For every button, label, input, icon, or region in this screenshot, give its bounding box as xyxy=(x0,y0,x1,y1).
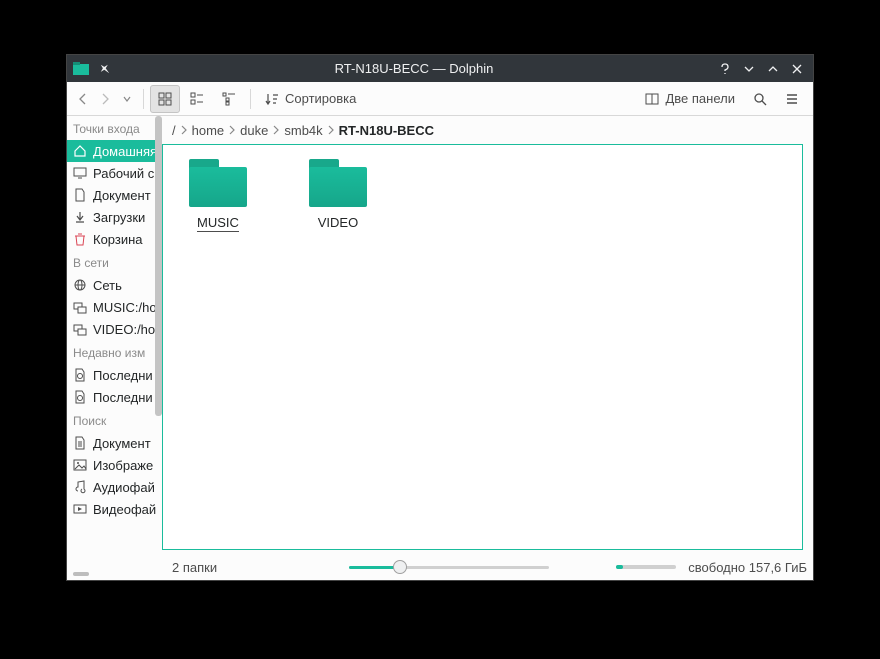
sidebar-item-label: Последни xyxy=(93,390,153,405)
sidebar-item-label: Изображе xyxy=(93,458,153,473)
icon-view-button[interactable] xyxy=(150,85,180,113)
chevron-right-icon xyxy=(327,125,335,135)
split-view-button[interactable]: Две панели xyxy=(637,85,743,113)
forward-button[interactable] xyxy=(95,85,115,113)
sidebar-item[interactable]: Последни xyxy=(67,386,162,408)
search-button[interactable] xyxy=(745,85,775,113)
nav-dropdown[interactable] xyxy=(117,85,137,113)
chevron-right-icon xyxy=(228,125,236,135)
sidebar-item[interactable]: Сеть xyxy=(67,274,162,296)
minimize-button[interactable] xyxy=(737,57,761,81)
sidebar-item-label: Документ xyxy=(93,436,151,451)
window-controls xyxy=(713,57,813,81)
sidebar-item[interactable]: Аудиофай xyxy=(67,476,162,498)
image-icon xyxy=(73,458,87,472)
breadcrumb-segment[interactable]: smb4k xyxy=(284,123,322,138)
sidebar-item-label: Корзина xyxy=(93,232,143,247)
body: Точки входа Домашняя Рабочий с Документ Загр… xyxy=(67,116,813,580)
recent-icon xyxy=(73,390,87,404)
sidebar-item-label: MUSIC:/ho xyxy=(93,300,157,315)
sidebar-item[interactable]: Видеофай xyxy=(67,498,162,520)
sidebar-handle[interactable] xyxy=(73,572,89,576)
item-count: 2 папки xyxy=(172,560,217,575)
sidebar-item-label: Видеофай xyxy=(93,502,156,517)
menu-button[interactable] xyxy=(777,85,807,113)
desktop-icon xyxy=(73,166,87,180)
free-space: свободно 157,6 ГиБ xyxy=(688,560,807,575)
sidebar-section-header: Точки входа xyxy=(67,116,162,140)
sidebar-item[interactable]: Изображе xyxy=(67,454,162,476)
netshare-icon xyxy=(73,322,87,336)
titlebar[interactable]: RT-N18U-BECC — Dolphin xyxy=(67,55,813,82)
sidebar-section-header: Поиск xyxy=(67,408,162,432)
toolbar-separator xyxy=(143,89,144,109)
video-icon xyxy=(73,502,87,516)
sidebar-item-label: Рабочий с xyxy=(93,166,154,181)
statusbar: 2 папки свободно 157,6 ГиБ xyxy=(162,554,813,580)
sidebar-item[interactable]: Документ xyxy=(67,432,162,454)
sidebar-item[interactable]: Последни xyxy=(67,364,162,386)
breadcrumb-segment[interactable]: duke xyxy=(240,123,268,138)
maximize-button[interactable] xyxy=(761,57,785,81)
chevron-right-icon xyxy=(272,125,280,135)
sidebar-item-label: Документ xyxy=(93,188,151,203)
sidebar-item-label: Аудиофай xyxy=(93,480,155,495)
window-title: RT-N18U-BECC — Dolphin xyxy=(115,61,713,76)
home-icon xyxy=(73,144,87,158)
slider-thumb[interactable] xyxy=(393,560,407,574)
zoom-slider[interactable] xyxy=(349,559,549,575)
music-icon xyxy=(73,480,87,494)
trash-icon xyxy=(73,232,87,246)
globe-icon xyxy=(73,278,87,292)
sidebar-scrollbar[interactable] xyxy=(155,116,162,416)
split-view-label: Две панели xyxy=(665,91,735,106)
sidebar-item-label: Последни xyxy=(93,368,153,383)
breadcrumb-segment[interactable]: / xyxy=(172,123,176,138)
sidebar-item[interactable]: Рабочий с xyxy=(67,162,162,184)
folder-item[interactable]: VIDEO xyxy=(303,159,373,232)
sidebar-item[interactable]: Домашняя xyxy=(67,140,162,162)
sidebar-item-label: Сеть xyxy=(93,278,122,293)
window: RT-N18U-BECC — Dolphin xyxy=(66,54,814,581)
sidebar-item[interactable]: MUSIC:/ho xyxy=(67,296,162,318)
folder-label: VIDEO xyxy=(318,215,358,231)
compact-view-button[interactable] xyxy=(182,85,212,113)
close-button[interactable] xyxy=(785,57,809,81)
breadcrumb-segment[interactable]: RT-N18U-BECC xyxy=(339,123,434,138)
pin-icon[interactable] xyxy=(94,57,117,80)
netshare-icon xyxy=(73,300,87,314)
sidebar-item-label: Домашняя xyxy=(93,144,157,159)
breadcrumb: / home duke smb4k RT-N18U-BECC xyxy=(162,116,813,144)
folder-item[interactable]: MUSIC xyxy=(183,159,253,232)
folder-icon xyxy=(309,159,367,207)
folder-icon xyxy=(189,159,247,207)
doc-icon xyxy=(73,188,87,202)
download-icon xyxy=(73,210,87,224)
sort-label: Сортировка xyxy=(285,91,356,106)
sort-button[interactable]: Сортировка xyxy=(257,85,364,113)
back-button[interactable] xyxy=(73,85,93,113)
toolbar-separator xyxy=(250,89,251,109)
disk-usage-bar xyxy=(616,565,676,569)
sidebar-item[interactable]: Корзина xyxy=(67,228,162,250)
sidebar-item[interactable]: Загрузки xyxy=(67,206,162,228)
recent-icon xyxy=(73,368,87,382)
doclines-icon xyxy=(73,436,87,450)
details-view-button[interactable] xyxy=(214,85,244,113)
sidebar-item[interactable]: Документ xyxy=(67,184,162,206)
folder-label: MUSIC xyxy=(197,215,239,232)
help-button[interactable] xyxy=(713,57,737,81)
breadcrumb-segment[interactable]: home xyxy=(192,123,225,138)
sidebar: Точки входа Домашняя Рабочий с Документ Загр… xyxy=(67,116,162,580)
app-icon xyxy=(67,55,95,82)
chevron-right-icon xyxy=(180,125,188,135)
sidebar-section-header: В сети xyxy=(67,250,162,274)
sidebar-item-label: VIDEO:/ho xyxy=(93,322,155,337)
file-view[interactable]: MUSIC VIDEO xyxy=(162,144,803,550)
sidebar-item[interactable]: VIDEO:/ho xyxy=(67,318,162,340)
toolbar: Сортировка Две панели xyxy=(67,82,813,116)
sidebar-item-label: Загрузки xyxy=(93,210,145,225)
main-area: / home duke smb4k RT-N18U-BECC MUSIC VIDEO 2… xyxy=(162,116,813,580)
sidebar-section-header: Недавно изм xyxy=(67,340,162,364)
